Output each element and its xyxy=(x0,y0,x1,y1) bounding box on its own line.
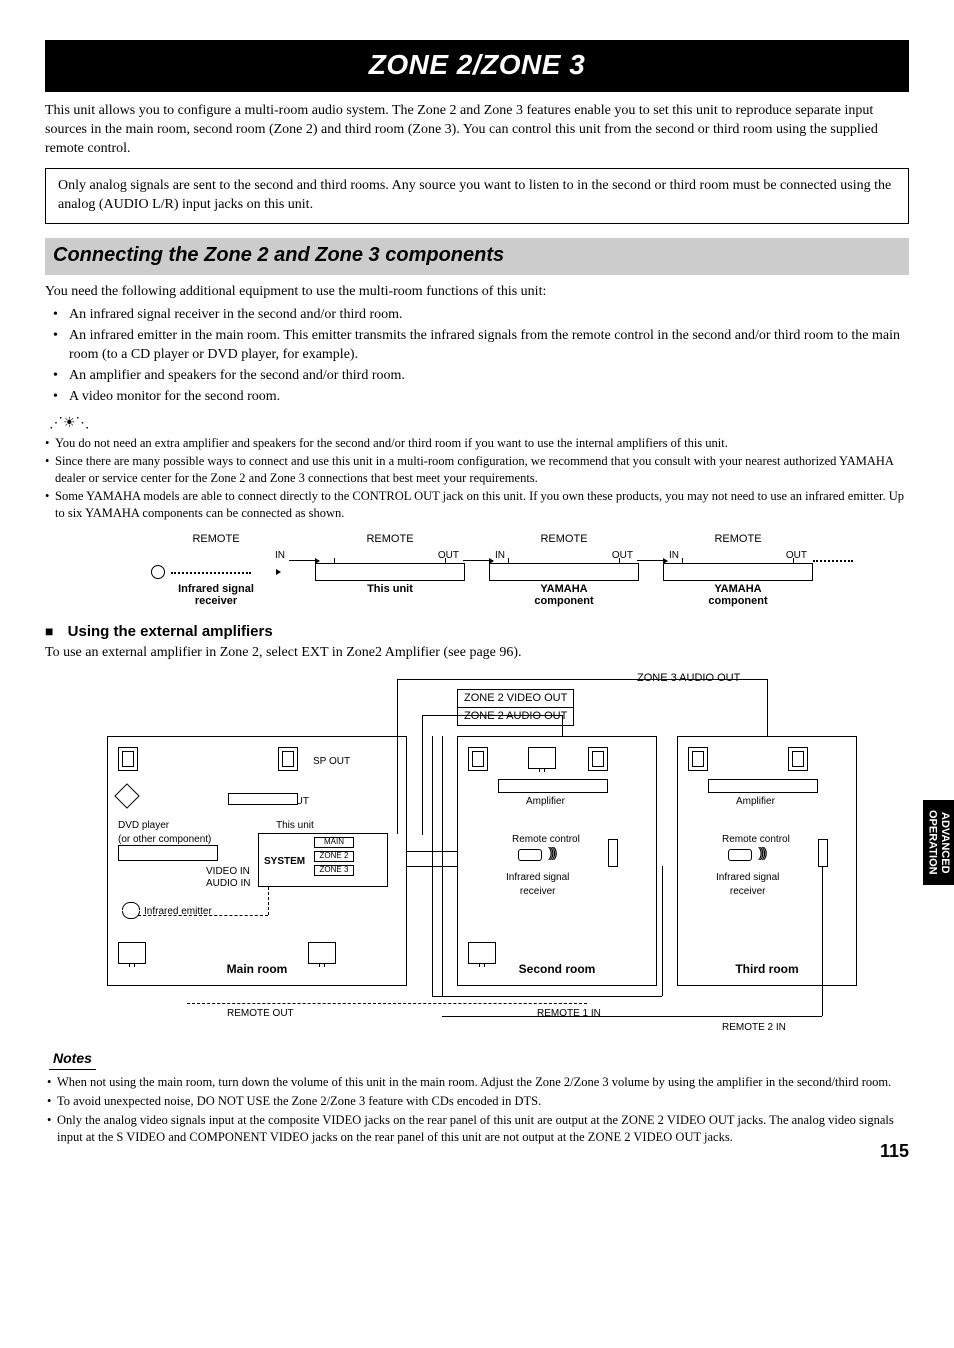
list-item: An infrared emitter in the main room. Th… xyxy=(53,327,909,365)
chain-out: OUT xyxy=(612,549,633,563)
list-item: Only the analog video signals input at t… xyxy=(45,1112,909,1146)
speaker-icon xyxy=(468,747,488,771)
subsection-heading: Using the external amplifiers xyxy=(45,622,909,642)
dvd-box xyxy=(118,845,218,861)
third-room-label: Third room xyxy=(678,961,856,977)
section-heading: Connecting the Zone 2 and Zone 3 compone… xyxy=(45,238,909,275)
tip-icon: ⋰☀⋱ xyxy=(49,415,909,434)
needs-list: An infrared signal receiver in the secon… xyxy=(45,306,909,406)
need-line: You need the following additional equipm… xyxy=(45,283,909,302)
subsection-body: To use an external amplifier in Zone 2, … xyxy=(45,644,909,663)
remote-label: REMOTE xyxy=(663,532,813,547)
chain-diagram: REMOTE IN Infrared signal receiver REMOT… xyxy=(97,532,857,608)
main-label: MAIN xyxy=(314,837,354,848)
chain-item: REMOTE IN OUT YAMAHA component xyxy=(663,532,813,608)
amp-box xyxy=(708,779,818,793)
third-room-box: Amplifier Remote control )))) Infrared s… xyxy=(677,736,857,986)
zone2-audio-out-label: ZONE 2 AUDIO OUT xyxy=(457,707,574,726)
chain-label: This unit xyxy=(315,583,465,596)
remote-out-label: REMOTE OUT xyxy=(227,1007,294,1021)
this-unit-label: This unit xyxy=(276,819,314,833)
list-item: A video monitor for the second room. xyxy=(53,388,909,407)
analog-note-text: Only analog signals are sent to the seco… xyxy=(58,178,891,212)
chain-item: REMOTE OUT This unit xyxy=(315,532,465,608)
amplifier-label: Amplifier xyxy=(736,795,775,809)
remote1-in-label: REMOTE 1 IN xyxy=(537,1007,601,1021)
remote-icon xyxy=(518,849,542,861)
remote-control-label: Remote control xyxy=(512,833,580,847)
analog-note-box: Only analog signals are sent to the seco… xyxy=(45,168,909,224)
list-item: You do not need an extra amplifier and s… xyxy=(45,435,909,452)
ir-receiver-icon xyxy=(818,839,828,867)
list-item: When not using the main room, turn down … xyxy=(45,1074,909,1091)
remote2-in-label: REMOTE 2 IN xyxy=(722,1021,786,1035)
chain-out: OUT xyxy=(438,549,459,563)
zone3-label: ZONE 3 xyxy=(314,865,354,876)
chain-in: IN xyxy=(275,549,285,563)
speaker-icon xyxy=(118,747,138,771)
chain-label: YAMAHA component xyxy=(489,583,639,608)
ir-waves-icon: )))) xyxy=(758,843,765,862)
list-item: An infrared signal receiver in the secon… xyxy=(53,306,909,325)
remote-control-label: Remote control xyxy=(722,833,790,847)
remote-icon xyxy=(728,849,752,861)
emitter-icon xyxy=(122,902,140,910)
system-diagram: ZONE 3 AUDIO OUT ZONE 2 VIDEO OUT ZONE 2… xyxy=(97,671,857,1031)
speaker-icon xyxy=(788,747,808,771)
ir-receiver-label: Infrared signal receiver xyxy=(716,871,779,898)
ir-receiver-icon xyxy=(608,839,618,867)
chain-in: IN xyxy=(669,549,679,563)
ir-waves-icon: )))) xyxy=(548,843,555,862)
speaker-icon xyxy=(588,747,608,771)
second-room-box: Amplifier Remote control )))) Infrared s… xyxy=(457,736,657,986)
amp-box xyxy=(498,779,608,793)
speaker-icon xyxy=(688,747,708,771)
tips-list: You do not need an extra amplifier and s… xyxy=(45,435,909,521)
main-room-label: Main room xyxy=(108,961,406,977)
remote-label: REMOTE xyxy=(315,532,465,547)
ir-receiver-label: Infrared signal receiver xyxy=(506,871,569,898)
system-label: SYSTEM xyxy=(264,855,305,869)
page-number: 115 xyxy=(880,1139,909,1163)
chain-item: REMOTE IN OUT YAMAHA component xyxy=(489,532,639,608)
notes-list: When not using the main room, turn down … xyxy=(45,1074,909,1146)
sp-out-label: SP OUT xyxy=(313,755,350,769)
page-title: ZONE 2/ZONE 3 xyxy=(45,40,909,92)
audio-in-label: AUDIO IN xyxy=(206,877,250,891)
amplifier-label: Amplifier xyxy=(526,795,565,809)
speaker-icon xyxy=(278,747,298,771)
remote-label: REMOTE xyxy=(141,532,291,547)
chain-item: REMOTE IN Infrared signal receiver xyxy=(141,532,291,608)
chain-out: OUT xyxy=(786,549,807,563)
list-item: Since there are many possible ways to co… xyxy=(45,453,909,487)
main-room-box: SP OUT MONITOR OUT DVD player (or other … xyxy=(107,736,407,986)
chain-in: IN xyxy=(495,549,505,563)
zone2-label: ZONE 2 xyxy=(314,851,354,862)
notes-heading: Notes xyxy=(49,1049,96,1070)
list-item: To avoid unexpected noise, DO NOT USE th… xyxy=(45,1093,909,1110)
zone2-video-out-label: ZONE 2 VIDEO OUT xyxy=(457,689,574,708)
remote-label: REMOTE xyxy=(489,532,639,547)
intro-text: This unit allows you to configure a mult… xyxy=(45,102,909,159)
side-tab: ADVANCED OPERATION xyxy=(923,800,954,885)
second-room-label: Second room xyxy=(458,961,656,977)
ir-emitter-label: Infrared emitter xyxy=(144,905,212,919)
list-item: An amplifier and speakers for the second… xyxy=(53,367,909,386)
diamond-icon xyxy=(114,783,139,808)
chain-label: Infrared signal receiver xyxy=(141,583,291,608)
dvd-label: DVD player (or other component) xyxy=(118,819,211,846)
tv-icon xyxy=(528,747,556,769)
list-item: Some YAMAHA models are able to connect d… xyxy=(45,488,909,522)
chain-label: YAMAHA component xyxy=(663,583,813,608)
